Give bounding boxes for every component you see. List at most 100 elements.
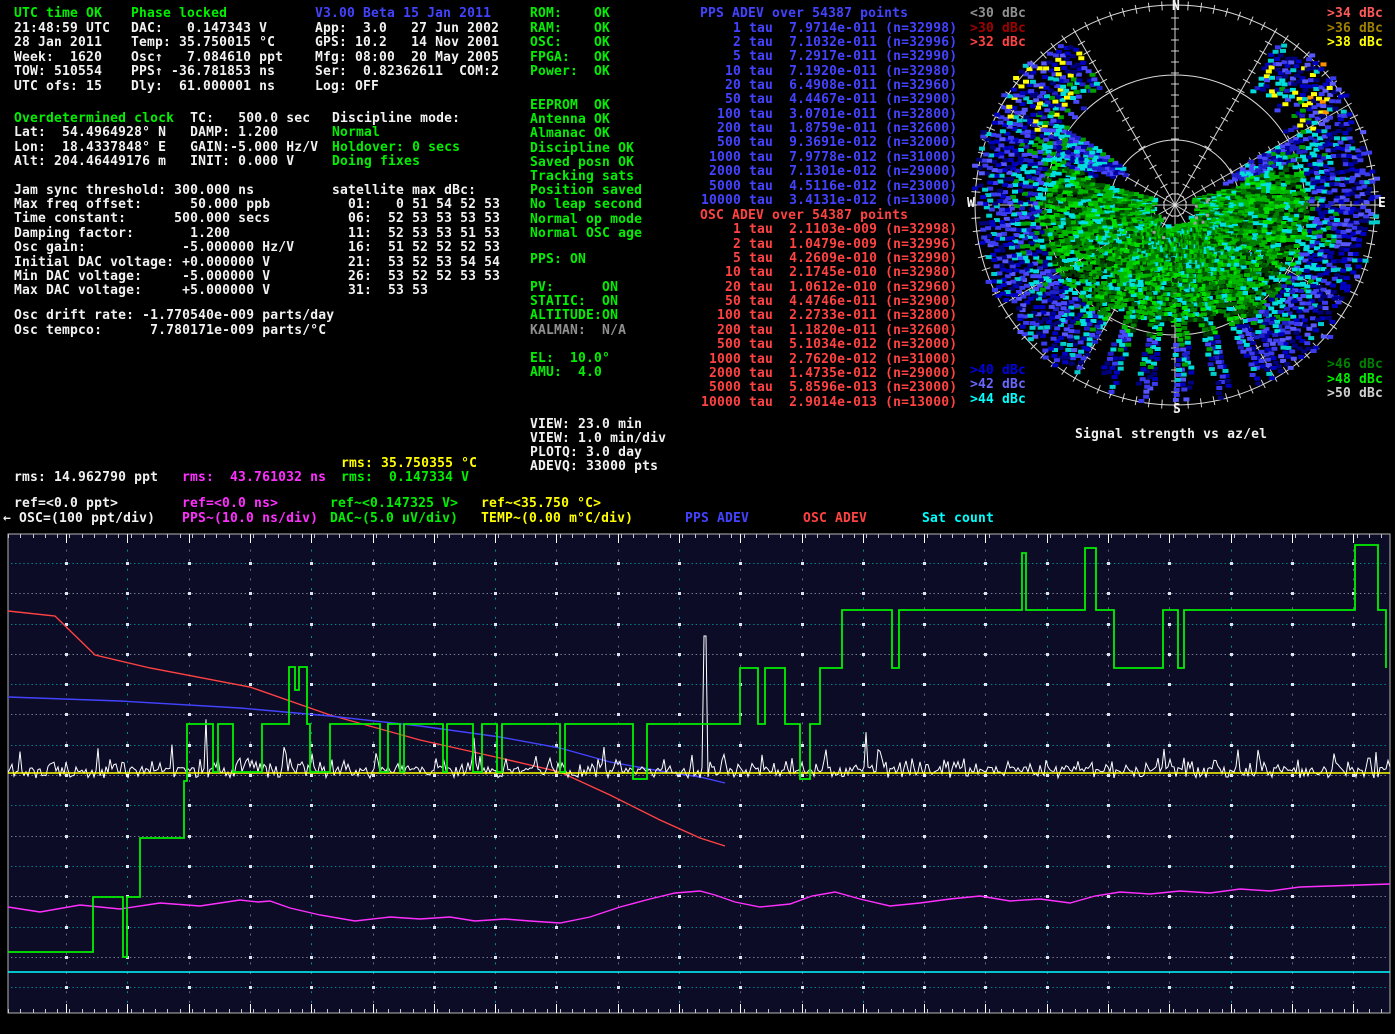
text-line: 20 tau 6.4908e-011 (n=32960) bbox=[701, 79, 957, 93]
text-line: 11: 52 53 53 51 53 bbox=[332, 227, 500, 241]
plotq: PLOTQ: 3.0 day bbox=[530, 446, 642, 460]
text-line: 500 tau 5.1034e-012 (n=32000) bbox=[701, 338, 957, 352]
text-line: 200 tau 1.1820e-011 (n=32600) bbox=[701, 324, 957, 338]
scale-pps: PPS~(10.0 ns/div) bbox=[182, 512, 318, 526]
antenna-status: Antenna OK bbox=[530, 113, 610, 127]
text-line: >30 dBc bbox=[970, 22, 1026, 36]
ram-status: RAM: OK bbox=[530, 22, 610, 36]
text-line: 5000 tau 5.8596e-013 (n=23000) bbox=[701, 381, 957, 395]
text-line: Osc gain: -5.000000 Hz/V bbox=[14, 241, 294, 255]
utc-date: 28 Jan 2011 bbox=[14, 36, 102, 50]
clock-mode: Overdetermined clock TC: 500.0 sec bbox=[14, 112, 310, 126]
dbc-legend: <30 dBc bbox=[970, 7, 1026, 21]
pv-mode: PV: ON bbox=[530, 281, 618, 295]
compass-s: S bbox=[1173, 403, 1181, 417]
text-line: Max freq offset: 50.000 ppb bbox=[14, 198, 270, 212]
rms-pps: rms: 43.761032 ns bbox=[182, 471, 326, 485]
scale-osc: ← OSC=(100 ppt/div) bbox=[3, 512, 155, 526]
text-line: 31: 53 53 bbox=[332, 284, 428, 298]
text-line: >44 dBc bbox=[970, 393, 1026, 407]
log-status: Log: OFF bbox=[315, 80, 379, 94]
text-line: 10000 tau 2.9014e-013 (n=13000) bbox=[701, 396, 957, 410]
legend-osc-adev: OSC ADEV bbox=[803, 512, 867, 526]
text-line: Normal bbox=[332, 126, 380, 140]
text-line: 26: 53 52 52 53 53 bbox=[332, 270, 500, 284]
eeprom-status: EEPROM OK bbox=[530, 99, 610, 113]
gpsdo-console-screen: UTC time OK21:48:59 UTC28 Jan 2011Week: … bbox=[0, 0, 1395, 1034]
ref-osc: ref=<0.0 ppt> bbox=[14, 497, 118, 511]
text-line: 5000 tau 4.5116e-012 (n=23000) bbox=[701, 180, 957, 194]
text-line: 2 tau 7.1032e-011 (n=32996) bbox=[701, 36, 957, 50]
op-mode-status: Normal op mode bbox=[530, 213, 642, 227]
dac-value: DAC: 0.147343 V bbox=[131, 22, 267, 36]
pps-mode: PPS: ON bbox=[530, 253, 586, 267]
altitude: Alt: 204.46449176 m INIT: 0.000 V bbox=[14, 155, 294, 169]
text-line: 100 tau 2.2733e-011 (n=32800) bbox=[701, 309, 957, 323]
text-line: 10000 tau 3.4131e-012 (n=13000) bbox=[701, 194, 957, 208]
version: V3.00 Beta 15 Jan 2011 bbox=[315, 7, 491, 21]
rms-temp: rms: 35.750355 °C bbox=[341, 457, 477, 471]
dly-value: Dly: 61.000001 ns bbox=[131, 80, 275, 94]
text-line: >50 dBc bbox=[1327, 387, 1383, 401]
text-line: 50 tau 4.4467e-011 (n=32900) bbox=[701, 93, 957, 107]
text-line: 20 tau 1.0612e-010 (n=32960) bbox=[701, 281, 957, 295]
text-line: Damping factor: 1.200 bbox=[14, 227, 230, 241]
text-line: 2 tau 1.0479e-009 (n=32996) bbox=[701, 238, 957, 252]
kalman-mode: KALMAN: N/A bbox=[530, 324, 626, 338]
skyplot-title: Signal strength vs az/el bbox=[1075, 428, 1267, 442]
text-line: 500 tau 9.3691e-012 (n=32000) bbox=[701, 136, 957, 150]
text-line: >42 dBc bbox=[970, 378, 1026, 392]
text-line: 10 tau 7.1920e-011 (n=32980) bbox=[701, 65, 957, 79]
osc-drift: Osc drift rate: -1.770540e-009 parts/day bbox=[14, 309, 334, 323]
pps-value: PPS↑ -36.781853 ns bbox=[131, 65, 275, 79]
discipline-mode-label: Discipline mode: bbox=[332, 112, 460, 126]
utc-status: UTC time OK bbox=[14, 7, 102, 21]
saved-posn-status: Saved posn OK bbox=[530, 156, 634, 170]
mfg-date: Mfg: 08:00 20 May 2005 bbox=[315, 51, 499, 65]
leap-status: No leap second bbox=[530, 198, 642, 212]
latitude: Lat: 54.4964928° N DAMP: 1.200 bbox=[14, 126, 278, 140]
text-line: Doing fixes bbox=[332, 155, 420, 169]
text-line: 10 tau 2.1745e-010 (n=32980) bbox=[701, 266, 957, 280]
text-line: 16: 51 52 52 52 53 bbox=[332, 241, 500, 255]
longitude: Lon: 18.4337848° E GAIN:-5.000 Hz/V bbox=[14, 141, 318, 155]
text-line: 06: 52 53 53 53 53 bbox=[332, 212, 500, 226]
utc-offset: UTC ofs: 15 bbox=[14, 80, 102, 94]
pps-adev-header: PPS ADEV over 54387 points bbox=[700, 7, 908, 21]
position-status: Position saved bbox=[530, 184, 642, 198]
text-line: 21: 53 52 53 54 54 bbox=[332, 256, 500, 270]
osc-value: Osc↑ 7.084610 ppt bbox=[131, 51, 283, 65]
app-version: App: 3.0 27 Jun 2002 bbox=[315, 22, 499, 36]
view-span: VIEW: 23.0 min bbox=[530, 418, 642, 432]
text-line: >36 dBc bbox=[1327, 22, 1383, 36]
rom-status: ROM: OK bbox=[530, 7, 610, 21]
text-line: 1 tau 2.1103e-009 (n=32998) bbox=[701, 223, 957, 237]
text-line: 5 tau 4.2609e-010 (n=32990) bbox=[701, 252, 957, 266]
amu-mask: AMU: 4.0 bbox=[530, 366, 602, 380]
text-line: >40 dBc bbox=[970, 364, 1026, 378]
text-line: >46 dBc bbox=[1327, 358, 1383, 372]
sat-max-dbc-header: satellite max dBc: bbox=[332, 184, 476, 198]
ref-pps: ref=<0.0 ns> bbox=[182, 497, 278, 511]
osc-adev-header: OSC ADEV over 54387 points bbox=[700, 209, 908, 223]
osc-status: OSC: OK bbox=[530, 36, 610, 50]
text-line: Initial DAC voltage: +0.000000 V bbox=[14, 256, 270, 270]
text-line: 200 tau 1.8759e-011 (n=32600) bbox=[701, 122, 957, 136]
rms-dac: rms: 0.147334 V bbox=[341, 471, 469, 485]
power-status: Power: OK bbox=[530, 65, 610, 79]
gps-week: Week: 1620 bbox=[14, 51, 102, 65]
ref-dac: ref~<0.147325 V> bbox=[330, 497, 458, 511]
text-line: 1 tau 7.9714e-011 (n=32998) bbox=[701, 22, 957, 36]
view-div: VIEW: 1.0 min/div bbox=[530, 432, 666, 446]
osc-age-status: Normal OSC age bbox=[530, 227, 642, 241]
adevq: ADEVQ: 33000 pts bbox=[530, 460, 658, 474]
legend-pps-adev: PPS ADEV bbox=[685, 512, 749, 526]
text-layer: UTC time OK21:48:59 UTC28 Jan 2011Week: … bbox=[0, 0, 1395, 1034]
altitude-mode: ALTITUDE:ON bbox=[530, 309, 618, 323]
text-line: 5 tau 7.2917e-011 (n=32990) bbox=[701, 50, 957, 64]
gps-tow: TOW: 510554 bbox=[14, 65, 102, 79]
text-line: 50 tau 4.4746e-011 (n=32900) bbox=[701, 295, 957, 309]
text-line: Max DAC voltage: +5.000000 V bbox=[14, 284, 270, 298]
compass-w: W bbox=[967, 197, 975, 211]
text-line: Jam sync threshold: 300.000 ns bbox=[14, 184, 254, 198]
